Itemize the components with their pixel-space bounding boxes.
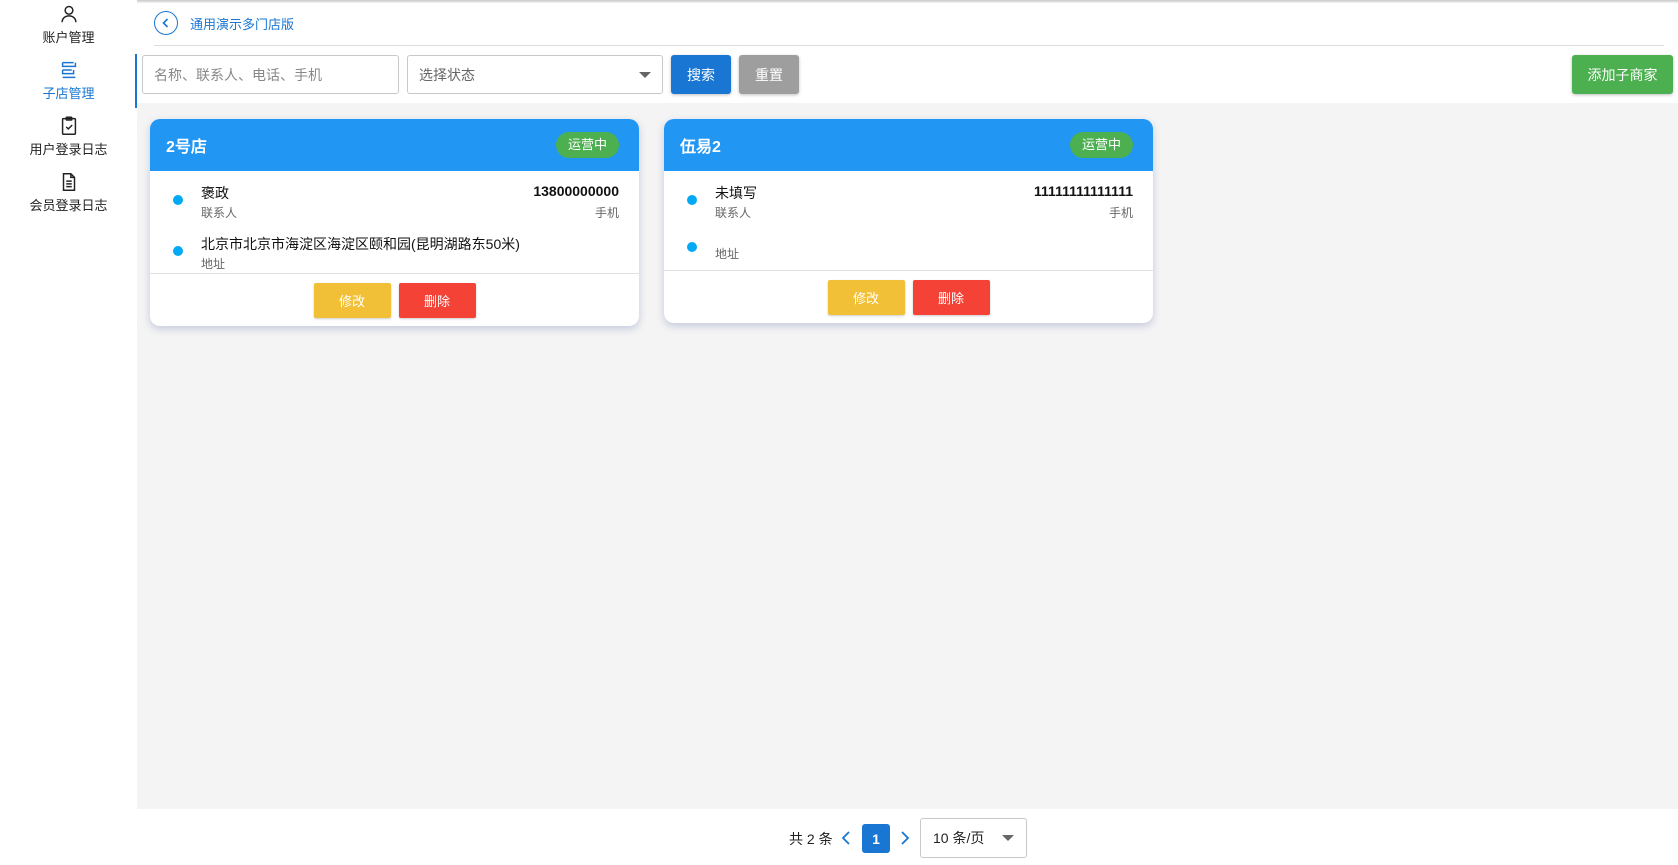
chevron-right-icon[interactable] — [898, 828, 912, 848]
bullet-dot-icon — [687, 242, 697, 252]
bullet-dot-icon — [687, 195, 697, 205]
store-card: 伍易2 运营中 未填写 联系人 11111111111111 手机 地址 修改 … — [664, 119, 1153, 323]
search-button[interactable]: 搜索 — [671, 55, 731, 94]
phone-label: 手机 — [1108, 206, 1133, 220]
clipboard-check-icon — [61, 116, 76, 135]
address-value: 北京市北京市海淀区海淀区颐和园(昆明湖路东50米) — [201, 236, 520, 252]
phone-number: 13800000000 — [533, 183, 619, 199]
address-label: 地址 — [715, 247, 740, 261]
document-icon — [62, 173, 75, 191]
page-button-current[interactable]: 1 — [862, 824, 890, 853]
sidebar-item-label: 用户登录日志 — [29, 142, 108, 157]
status-badge: 运营中 — [555, 132, 619, 158]
chevron-left-icon[interactable] — [839, 828, 853, 848]
store-card-actions: 修改 删除 — [150, 273, 639, 326]
bullet-dot-icon — [173, 246, 183, 256]
contact-name: 未填写 — [715, 185, 757, 201]
user-icon — [60, 5, 77, 23]
total-count: 共 2 条 — [789, 831, 833, 847]
per-page-select[interactable]: 10 条/页 — [920, 818, 1027, 858]
status-select[interactable]: 选择状态 — [407, 55, 663, 94]
bullet-dot-icon — [173, 195, 183, 205]
store-card-header: 伍易2 运营中 — [664, 119, 1153, 171]
status-select-placeholder: 选择状态 — [419, 66, 475, 83]
store-name: 2号店 — [166, 139, 207, 156]
delete-button[interactable]: 删除 — [398, 282, 476, 318]
store-card-header: 2号店 运营中 — [150, 119, 639, 171]
per-page-value: 10 条/页 — [933, 830, 985, 846]
sidebar: 账户管理 子店管理 用户登录日志 会员登录日志 — [0, 0, 137, 865]
address-row: 地址 — [664, 222, 1153, 270]
contact-label: 联系人 — [715, 206, 752, 220]
breadcrumb[interactable]: 通用演示多门店版 — [190, 14, 294, 33]
phone-label: 手机 — [594, 206, 619, 220]
edit-button[interactable]: 修改 — [313, 282, 391, 318]
store-list-icon — [61, 61, 76, 79]
top-shadow-line — [0, 0, 1678, 3]
address-label: 地址 — [201, 257, 226, 271]
chevron-left-icon — [162, 18, 169, 28]
delete-button[interactable]: 删除 — [912, 279, 990, 315]
add-merchant-button[interactable]: 添加子商家 — [1572, 55, 1673, 94]
caret-down-icon — [1002, 835, 1014, 841]
sidebar-item-label: 账户管理 — [42, 30, 95, 45]
search-input[interactable] — [142, 55, 399, 94]
sidebar-item-label: 会员登录日志 — [29, 198, 108, 213]
phone-number: 11111111111111 — [1034, 183, 1133, 199]
reset-button[interactable]: 重置 — [739, 55, 799, 94]
address-row: 北京市北京市海淀区海淀区颐和园(昆明湖路东50米) 地址 — [150, 222, 639, 273]
sidebar-item-label: 子店管理 — [42, 86, 95, 101]
sidebar-item-member-login-log[interactable]: 会员登录日志 — [0, 171, 137, 223]
caret-down-icon — [639, 71, 651, 78]
back-button[interactable] — [154, 11, 178, 35]
pagination: 共 2 条 1 10 条/页 — [0, 818, 1678, 858]
edit-button[interactable]: 修改 — [827, 279, 905, 315]
store-card-actions: 修改 删除 — [664, 270, 1153, 323]
status-badge: 运营中 — [1069, 132, 1133, 158]
contact-row: 褒政 联系人 13800000000 手机 — [150, 171, 639, 222]
contact-row: 未填写 联系人 11111111111111 手机 — [664, 171, 1153, 222]
contact-name: 褒政 — [201, 185, 229, 201]
store-name: 伍易2 — [680, 139, 721, 156]
header-divider — [154, 45, 1664, 46]
contact-label: 联系人 — [201, 206, 238, 220]
sidebar-item-stores[interactable]: 子店管理 — [0, 59, 137, 111]
sidebar-item-account[interactable]: 账户管理 — [0, 3, 137, 55]
sidebar-item-user-login-log[interactable]: 用户登录日志 — [0, 115, 137, 167]
store-card: 2号店 运营中 褒政 联系人 13800000000 手机 北京市北京市海淀区海… — [150, 119, 639, 326]
